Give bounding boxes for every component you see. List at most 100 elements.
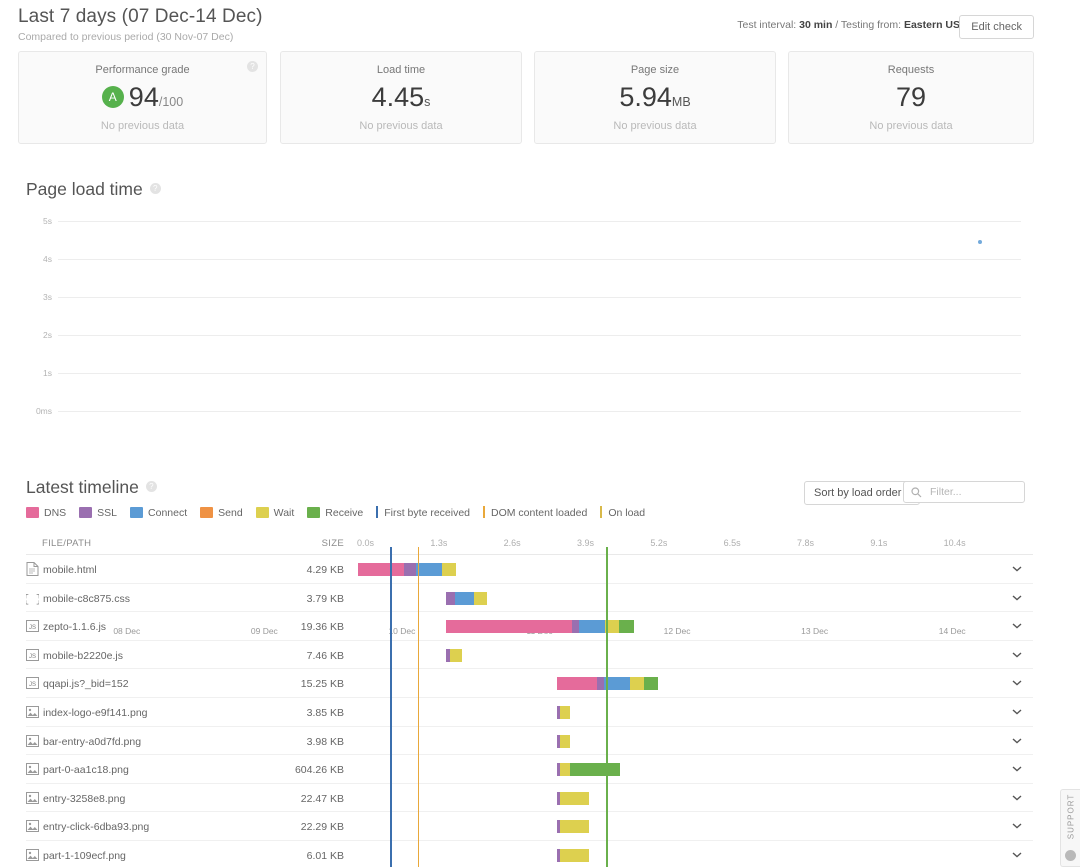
waterfall-bar: [556, 820, 590, 834]
table-row[interactable]: mobile.html 4.29 KB: [26, 555, 1033, 584]
legend-marker-icon: [600, 506, 603, 518]
expand-row-chevron-down-icon[interactable]: [1007, 588, 1027, 608]
js-file-icon: JS: [26, 648, 39, 662]
legend-item-send: Send: [200, 507, 243, 519]
waterfall-bar: [446, 591, 487, 605]
check-meta: Test interval: 30 min / Testing from: Ea…: [737, 19, 960, 31]
legend-item-connect: Connect: [130, 507, 187, 519]
page-subtitle: Compared to previous period (30 Nov-07 D…: [18, 31, 234, 43]
file-size-cell: 604.26 KB: [294, 764, 344, 777]
page-load-time-chart: 0ms1s2s3s4s5s08 Dec09 Dec10 Dec11 Dec12 …: [0, 208, 1080, 636]
card-number: 94: [128, 82, 159, 112]
y-axis-tick-label: 1s: [43, 368, 52, 378]
file-path-cell: part-0-aa1c18.png: [43, 764, 129, 777]
card-note: No previous data: [613, 120, 697, 132]
col-header-file: FILE/PATH: [42, 538, 92, 549]
chart-gridline: [58, 297, 1021, 298]
card-title: Performance grade: [95, 64, 190, 76]
file-path-cell: index-logo-e9f141.png: [43, 706, 148, 719]
table-row[interactable]: part-1-109ecf.png 6.01 KB: [26, 841, 1033, 867]
table-row[interactable]: entry-3258e8.png 22.47 KB: [26, 784, 1033, 813]
legend-item-dom-content-loaded: DOM content loaded: [483, 506, 587, 519]
legend-swatch-icon: [200, 507, 214, 518]
waterfall-segment-receive: [570, 763, 621, 777]
timeline-marker-on-load: [606, 547, 608, 867]
expand-row-chevron-down-icon[interactable]: [1007, 616, 1027, 636]
table-row[interactable]: part-0-aa1c18.png 604.26 KB: [26, 755, 1033, 784]
legend-swatch-icon: [130, 507, 144, 518]
table-row[interactable]: { } mobile-c8c875.css 3.79 KB: [23, 584, 1033, 613]
page-load-time-heading: Page load time?: [26, 179, 161, 200]
file-path-cell: mobile.html: [43, 564, 97, 576]
file-path-cell: bar-entry-a0d7fd.png: [43, 735, 142, 748]
svg-text:{ }: { }: [26, 594, 39, 605]
card-note: No previous data: [100, 120, 185, 132]
heading-text: Page load time: [26, 179, 143, 199]
filter-field[interactable]: [903, 481, 1025, 503]
time-axis-tick-label: 7.8s: [797, 538, 815, 548]
table-row[interactable]: bar-entry-a0d7fd.png 3.98 KB: [26, 727, 1033, 756]
waterfall-bar: [556, 734, 571, 748]
table-row[interactable]: index-logo-e9f141.png 3.85 KB: [26, 698, 1033, 727]
waterfall-segment-receive: [618, 620, 634, 634]
card-performance-grade: Performance grade ? A 94/100 No previous …: [18, 51, 267, 144]
gear-icon: [1065, 850, 1076, 861]
page-header: Last 7 days (07 Dec-14 Dec) Compared to …: [0, 0, 1080, 46]
expand-row-chevron-down-icon[interactable]: [1007, 559, 1027, 579]
waterfall-bar: [556, 791, 590, 805]
waterfall-bar: [556, 763, 621, 777]
heading-text: Latest timeline: [26, 477, 139, 497]
image-file-icon: [26, 734, 39, 748]
expand-row-chevron-down-icon[interactable]: [1007, 731, 1027, 751]
file-path-cell: entry-click-6dba93.png: [43, 821, 150, 834]
file-size-cell: 22.47 KB: [300, 792, 344, 805]
table-row[interactable]: entry-click-6dba93.png 22.29 KB: [26, 812, 1033, 841]
time-axis-tick-label: 0.0s: [357, 538, 375, 548]
expand-row-chevron-down-icon[interactable]: [1007, 816, 1027, 836]
y-axis-tick-label: 3s: [43, 292, 52, 302]
file-size-cell: 22.29 KB: [300, 821, 344, 834]
file-size-cell: 15.25 KB: [300, 678, 344, 691]
legend-label: Connect: [148, 507, 188, 519]
expand-row-chevron-down-icon[interactable]: [1007, 645, 1027, 665]
legend-marker-icon: [483, 506, 486, 518]
edit-check-button[interactable]: Edit check: [959, 15, 1034, 39]
y-axis-tick-label: 0ms: [35, 406, 52, 416]
card-number: 79: [895, 82, 927, 112]
table-row[interactable]: JS qqapi.js?_bid=152 15.25 KB: [26, 669, 1033, 698]
chart-data-point[interactable]: [978, 239, 983, 244]
help-icon[interactable]: ?: [149, 183, 161, 194]
help-icon[interactable]: ?: [247, 61, 258, 72]
file-path-cell: mobile-c8c875.css: [43, 592, 130, 605]
legend-item-wait: Wait: [255, 507, 294, 519]
waterfall-segment-wait: [559, 763, 571, 777]
file-path-cell: mobile-b2220e.js: [43, 649, 123, 662]
expand-row-chevron-down-icon[interactable]: [1007, 845, 1027, 865]
file-path-cell: part-1-109ecf.png: [43, 849, 126, 862]
card-unit: s: [424, 95, 431, 109]
expand-row-chevron-down-icon[interactable]: [1007, 788, 1027, 808]
waterfall-segment-wait: [441, 563, 456, 576]
expand-row-chevron-down-icon[interactable]: [1007, 759, 1027, 779]
y-axis-tick-label: 2s: [43, 330, 52, 340]
help-icon[interactable]: ?: [145, 481, 157, 492]
table-row[interactable]: JS mobile-b2220e.js 7.46 KB: [26, 641, 1033, 670]
card-number: 5.94: [619, 82, 672, 112]
waterfall-segment-wait: [559, 734, 571, 748]
card-title: Page size: [630, 64, 680, 76]
table-row[interactable]: JS zepto-1.1.6.js 19.36 KB: [26, 612, 1033, 641]
test-interval-value: 30 min: [799, 19, 833, 31]
support-tab[interactable]: SUPPORT: [1060, 789, 1080, 867]
waterfall-bar: [357, 563, 456, 576]
waterfall-segment-receive: [644, 677, 658, 691]
waterfall-segment-wait: [559, 820, 590, 834]
expand-row-chevron-down-icon[interactable]: [1007, 673, 1027, 693]
image-file-icon: [26, 819, 39, 833]
time-axis-tick-label: 10.4s: [943, 538, 966, 548]
legend-item-dns: DNS: [26, 507, 66, 519]
expand-row-chevron-down-icon[interactable]: [1007, 702, 1027, 722]
filter-input[interactable]: [928, 482, 1022, 502]
legend-label: Send: [218, 507, 243, 519]
waterfall-bar: [556, 848, 590, 862]
legend-item-ssl: SSL: [79, 507, 117, 519]
